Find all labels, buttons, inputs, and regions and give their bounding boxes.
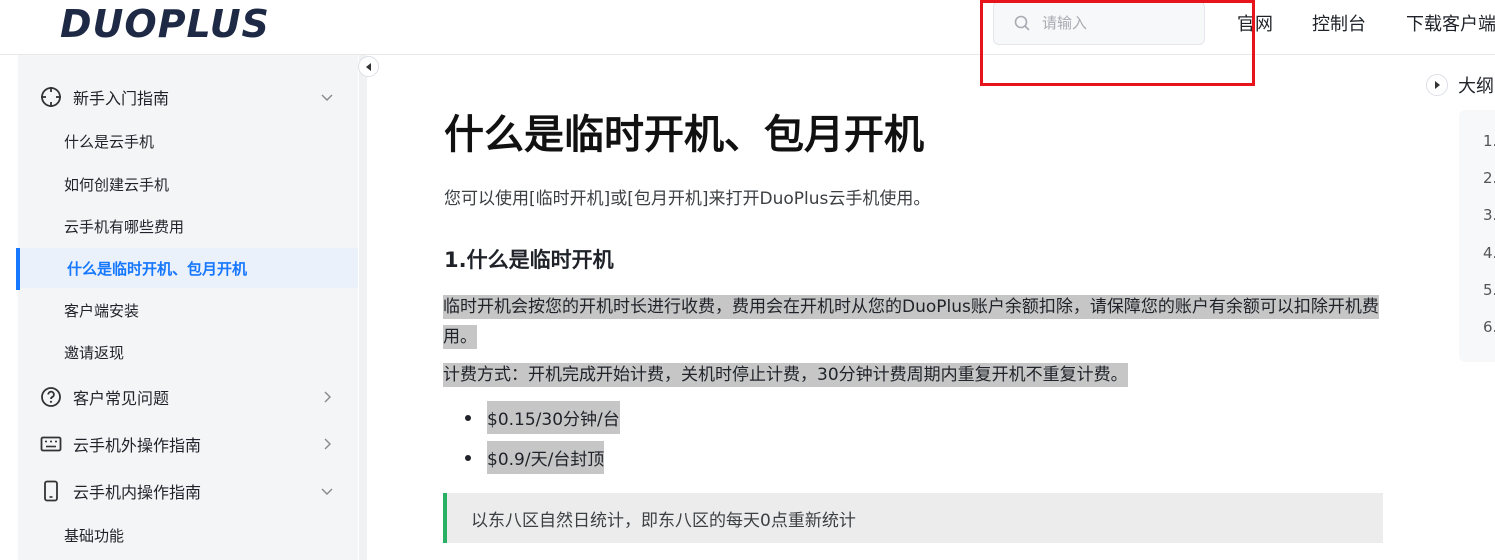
sidebar-group-getting-started[interactable]: 新手入门指南 — [18, 77, 358, 117]
sidebar-group-outside-guide[interactable]: 云手机外操作指南 — [18, 424, 358, 464]
sidebar-item-label: 如何创建云手机 — [64, 175, 170, 194]
list-item: $0.9/天/台封顶 — [465, 441, 605, 474]
crosshair-icon — [41, 87, 61, 107]
sidebar-item-fees[interactable]: 云手机有哪些费用 — [18, 206, 358, 246]
search-input[interactable] — [1040, 13, 1194, 33]
list-item: $0.15/30分钟/台 — [465, 401, 620, 434]
sidebar-divider — [359, 55, 367, 560]
logo[interactable]: DUOPLUS — [60, 2, 270, 46]
sidebar-group-label: 云手机外操作指南 — [73, 436, 202, 455]
sidebar-item-basic-functions[interactable]: 基础功能 — [18, 515, 358, 555]
outline-label: 大纲 — [1458, 76, 1494, 97]
sidebar-group-faq[interactable]: 客户常见问题 — [18, 377, 358, 417]
caret-left-icon — [365, 62, 371, 71]
sidebar-group-label: 云手机内操作指南 — [73, 483, 202, 502]
chevron-down-icon — [321, 488, 333, 495]
outline-item[interactable]: 4. — [1483, 244, 1495, 262]
tip-text: 以东八区自然日统计，即东八区的每天0点重新统计 — [471, 510, 856, 531]
sidebar-item-create-cloud-phone[interactable]: 如何创建云手机 — [18, 164, 358, 204]
page-title: 什么是临时开机、包月开机 — [444, 112, 924, 158]
sidebar-item-temporary-monthly-boot[interactable]: 什么是临时开机、包月开机 — [16, 248, 358, 290]
list-item-text: $0.15/30分钟/台 — [487, 401, 620, 434]
outline-item[interactable]: 5. — [1483, 281, 1495, 299]
sidebar-item-label: 邀请返现 — [64, 343, 125, 362]
billing-method-paragraph: 计费方式：开机完成开始计费，关机时停止计费，30分钟计费周期内重复开机不重复计费… — [443, 360, 1128, 390]
sidebar-item-label: 基础功能 — [64, 526, 125, 545]
chevron-down-icon — [321, 94, 333, 101]
sidebar-item-label: 什么是临时开机、包月开机 — [67, 259, 248, 278]
tip-callout: 以东八区自然日统计，即东八区的每天0点重新统计 — [443, 493, 1383, 543]
sidebar-item-referral-cashback[interactable]: 邀请返现 — [18, 332, 358, 372]
outline-item[interactable]: 2. — [1483, 169, 1495, 187]
sidebar: 新手入门指南 什么是云手机 如何创建云手机 云手机有哪些费用 什么是临时开机、包… — [16, 55, 358, 560]
caret-right-icon — [1435, 81, 1440, 89]
keyboard-icon — [40, 436, 62, 452]
chevron-right-icon — [324, 391, 331, 403]
top-header: DUOPLUS 官网 控制台 下载客户端 — [0, 0, 1495, 55]
outline-toggle-button[interactable] — [1426, 74, 1448, 96]
section-heading: 1.什么是临时开机 — [444, 248, 614, 272]
outline-item[interactable]: 6. — [1483, 318, 1495, 336]
phone-icon — [44, 480, 58, 502]
search-icon — [1014, 15, 1030, 31]
highlighted-paragraph: 临时开机会按您的开机时长进行收费，费用会在开机时从您的DuoPlus账户余额扣除… — [443, 292, 1383, 352]
nav-console[interactable]: 控制台 — [1312, 10, 1366, 36]
search-box[interactable] — [993, 1, 1205, 45]
bullet-dot — [465, 454, 471, 461]
sidebar-item-label: 云手机有哪些费用 — [64, 217, 185, 236]
sidebar-item-label: 什么是云手机 — [64, 132, 155, 151]
intro-paragraph: 您可以使用[临时开机]或[包月开机]来打开DuoPlus云手机使用。 — [444, 189, 931, 209]
nav-official-site[interactable]: 官网 — [1237, 10, 1273, 36]
chevron-right-icon — [324, 438, 331, 450]
sidebar-group-label: 新手入门指南 — [73, 89, 170, 108]
list-item-text: $0.9/天/台封顶 — [487, 441, 605, 474]
sidebar-item-client-install[interactable]: 客户端安装 — [18, 290, 358, 330]
highlighted-text: 临时开机会按您的开机时长进行收费，费用会在开机时从您的DuoPlus账户余额扣除… — [443, 295, 1379, 349]
outline-item[interactable]: 1. — [1483, 132, 1495, 150]
sidebar-group-label: 客户常见问题 — [73, 389, 170, 408]
question-circle-icon — [41, 387, 61, 407]
sidebar-collapse-button[interactable] — [358, 56, 379, 77]
sidebar-item-what-is-cloud-phone[interactable]: 什么是云手机 — [18, 121, 358, 161]
sidebar-item-label: 客户端安装 — [64, 301, 140, 320]
logo-text: DUOPLUS — [60, 2, 270, 46]
nav-download-client[interactable]: 下载客户端 — [1406, 10, 1495, 36]
sidebar-group-inside-guide[interactable]: 云手机内操作指南 — [18, 471, 358, 511]
outline-item[interactable]: 3. — [1483, 206, 1495, 224]
highlighted-text: 计费方式：开机完成开始计费，关机时停止计费，30分钟计费周期内重复开机不重复计费… — [443, 363, 1128, 387]
bullet-dot — [465, 414, 471, 421]
